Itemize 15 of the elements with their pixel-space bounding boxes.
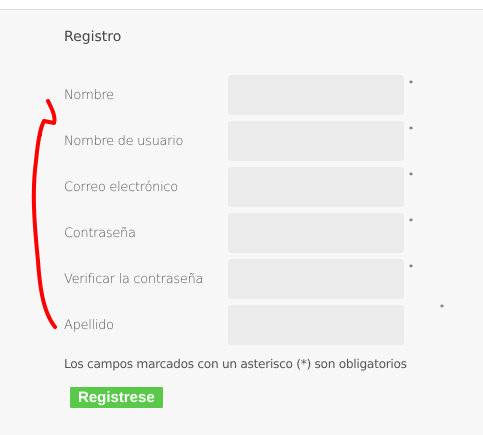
- required-mark: *: [409, 263, 413, 272]
- register-button[interactable]: Registrese: [70, 387, 163, 408]
- field-label: Apellido: [64, 318, 115, 332]
- required-mark: *: [440, 303, 444, 312]
- required-mark: *: [409, 171, 413, 180]
- field-label: Contraseña: [64, 226, 137, 240]
- form-title: Registro: [64, 29, 122, 47]
- field-label: Nombre: [64, 88, 115, 102]
- field-label: Nombre de usuario: [64, 134, 184, 148]
- field-label: Verificar la contraseña: [64, 272, 204, 286]
- required-mark: *: [409, 217, 413, 226]
- required-mark: *: [409, 79, 413, 88]
- field-label: Correo electrónico: [64, 180, 179, 194]
- required-mark: *: [409, 125, 413, 134]
- required-note: Los campos marcados con un asterisco (*) son obligatorios: [64, 357, 408, 371]
